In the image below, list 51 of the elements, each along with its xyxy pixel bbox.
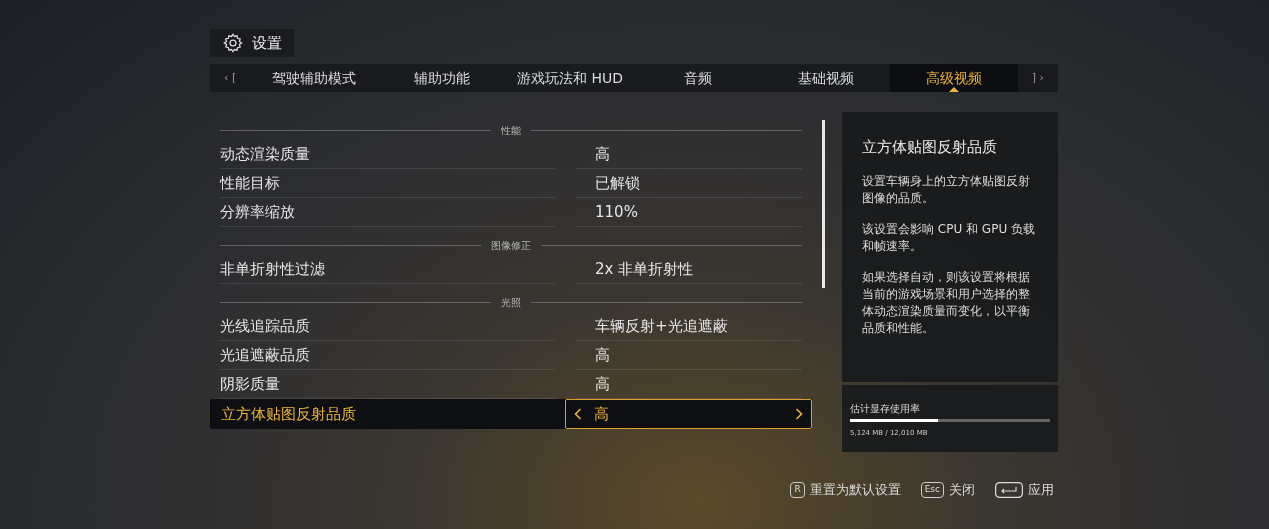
key-hint: R — [790, 481, 805, 498]
tab[interactable]: 游戏玩法和 HUD — [506, 64, 634, 92]
description-text: 如果选择自动，则该设置将根据当前的游戏场景和用户选择的整体动态渲染质量而变化，以平衡品质和性能。 — [862, 268, 1031, 337]
description-text: 该设置会影响 CPU 和 GPU 负载和帧速率。 — [862, 220, 1036, 255]
active-tab-indicator-icon — [949, 87, 959, 92]
setting-row[interactable]: 动态渲染质量 高 — [220, 140, 802, 169]
setting-value: 高 — [594, 403, 610, 425]
tab[interactable]: 基础视频 — [762, 64, 890, 92]
setting-value: 高 — [575, 140, 802, 169]
enter-key-icon — [995, 481, 1023, 498]
setting-label: 分辨率缩放 — [220, 198, 555, 227]
section-heading: 图像修正 — [491, 238, 531, 253]
scrollbar[interactable] — [822, 120, 825, 288]
setting-row[interactable]: 光追遮蔽品质 高 — [220, 341, 802, 370]
footer-action[interactable]: 关闭 — [949, 480, 975, 500]
setting-row[interactable]: 非单折射性过滤 2x 非单折射性 — [220, 255, 802, 284]
settings-icon — [222, 32, 244, 54]
setting-value: 车辆反射+光追遮蔽 — [575, 312, 802, 341]
value-selector[interactable]: 高 — [565, 399, 812, 429]
setting-row[interactable]: 立方体贴图反射品质 高 — [210, 399, 812, 429]
section-heading: 光照 — [501, 295, 521, 310]
setting-value: 2x 非单折射性 — [575, 255, 802, 284]
memory-label: 估计显存使用率 — [850, 402, 921, 416]
setting-row[interactable]: 分辨率缩放 110% — [220, 198, 802, 227]
footer-action[interactable]: 重置为默认设置 — [809, 480, 901, 500]
previous-tab-hint[interactable]: ‹ [ — [210, 69, 250, 87]
next-tab-hint[interactable]: ] › — [1018, 69, 1058, 87]
setting-value: 高 — [575, 341, 802, 370]
setting-row[interactable]: 性能目标 已解锁 — [220, 169, 802, 198]
tab[interactable]: 驾驶辅助模式 — [250, 64, 378, 92]
key-hint: Esc — [920, 481, 944, 498]
setting-label: 性能目标 — [220, 169, 555, 198]
tab[interactable]: 音频 — [634, 64, 762, 92]
setting-label: 光追遮蔽品质 — [220, 341, 555, 370]
tab[interactable]: 辅助功能 — [378, 64, 506, 92]
section-heading: 性能 — [501, 123, 521, 138]
setting-value: 高 — [575, 370, 802, 399]
setting-label: 光线追踪品质 — [220, 312, 555, 341]
setting-label: 立方体贴图反射品质 — [220, 403, 357, 425]
description-text: 设置车辆身上的立方体贴图反射图像的品质。 — [862, 172, 1031, 207]
right-chevron-icon[interactable] — [795, 408, 803, 420]
setting-value: 已解锁 — [575, 169, 802, 198]
description-title: 立方体贴图反射品质 — [862, 137, 998, 158]
footer-action[interactable]: 应用 — [1028, 480, 1054, 500]
tab[interactable]: 高级视频 — [890, 64, 1018, 92]
setting-row[interactable]: 光线追踪品质 车辆反射+光追遮蔽 — [220, 312, 802, 341]
setting-value: 110% — [575, 198, 802, 227]
page-title: 设置 — [252, 32, 282, 54]
left-chevron-icon[interactable] — [574, 408, 582, 420]
setting-label: 动态渲染质量 — [220, 140, 555, 169]
setting-label: 非单折射性过滤 — [220, 255, 555, 284]
